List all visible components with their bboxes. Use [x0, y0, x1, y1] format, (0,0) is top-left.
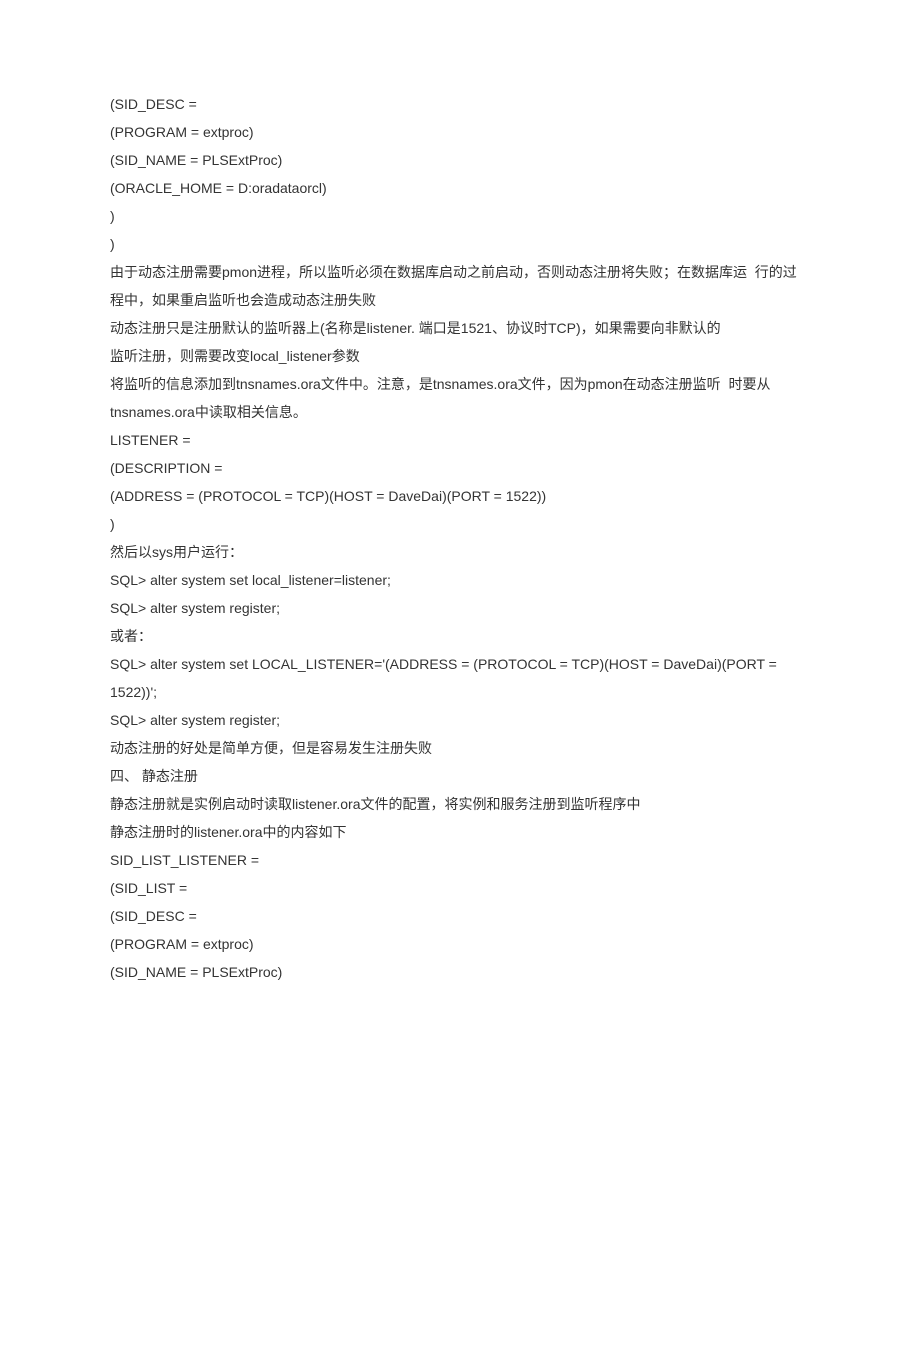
text-line: ) — [110, 510, 810, 538]
text-line: SQL> alter system register; — [110, 706, 810, 734]
text-line: 动态注册的好处是简单方便，但是容易发生注册失败 — [110, 734, 810, 762]
text-line: 动态注册只是注册默认的监听器上(名称是listener. 端口是1521、协议时… — [110, 314, 810, 342]
text-line: SQL> alter system set LOCAL_LISTENER='(A… — [110, 650, 810, 706]
text-line: (ORACLE_HOME = D:oradataorcl) — [110, 174, 810, 202]
text-line: SQL> alter system set local_listener=lis… — [110, 566, 810, 594]
text-line: 监听注册，则需要改变local_listener参数 — [110, 342, 810, 370]
text-line: (PROGRAM = extproc) — [110, 118, 810, 146]
text-line: LISTENER = — [110, 426, 810, 454]
text-line: (SID_DESC = — [110, 902, 810, 930]
text-line: (DESCRIPTION = — [110, 454, 810, 482]
text-line: SID_LIST_LISTENER = — [110, 846, 810, 874]
text-line: 然后以sys用户运行： — [110, 538, 810, 566]
text-line: (SID_DESC = — [110, 90, 810, 118]
text-line: ) — [110, 202, 810, 230]
document-page: (SID_DESC = (PROGRAM = extproc) (SID_NAM… — [0, 0, 920, 1346]
text-line: (ADDRESS = (PROTOCOL = TCP)(HOST = DaveD… — [110, 482, 810, 510]
text-line: (SID_NAME = PLSExtProc) — [110, 958, 810, 986]
text-line: ) — [110, 230, 810, 258]
text-line: (SID_LIST = — [110, 874, 810, 902]
text-line: (SID_NAME = PLSExtProc) — [110, 146, 810, 174]
text-line: SQL> alter system register; — [110, 594, 810, 622]
text-line: 静态注册时的listener.ora中的内容如下 — [110, 818, 810, 846]
text-line: 静态注册就是实例启动时读取listener.ora文件的配置，将实例和服务注册到… — [110, 790, 810, 818]
text-line: 由于动态注册需要pmon进程，所以监听必须在数据库启动之前启动，否则动态注册将失… — [110, 258, 810, 314]
text-line: 或者： — [110, 622, 810, 650]
text-line: (PROGRAM = extproc) — [110, 930, 810, 958]
text-line: 四、 静态注册 — [110, 762, 810, 790]
text-line: 将监听的信息添加到tnsnames.ora文件中。注意，是tnsnames.or… — [110, 370, 810, 426]
